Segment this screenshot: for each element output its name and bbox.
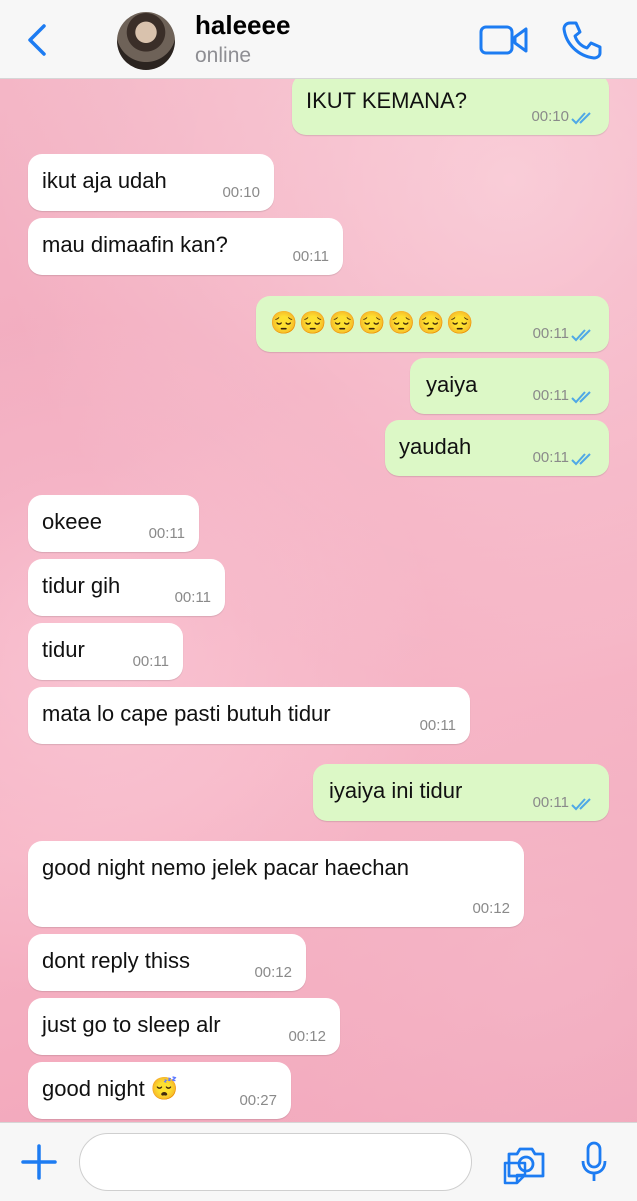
message-time: 00:11 xyxy=(532,387,569,404)
message-text: yaiya xyxy=(426,372,478,397)
read-ticks-icon xyxy=(571,798,591,811)
message-input[interactable] xyxy=(79,1133,527,1191)
back-chevron-icon[interactable] xyxy=(20,18,56,62)
message-bubble-outgoing[interactable]: IKUT KEMANA? 00:10 xyxy=(292,74,609,135)
message-bubble-incoming[interactable]: tidur 00:11 xyxy=(28,623,183,680)
read-ticks-icon xyxy=(571,453,591,466)
message-time: 00:12 xyxy=(288,1028,326,1045)
message-time: 00:10 xyxy=(222,184,260,201)
chat-header: haleeee online xyxy=(0,0,637,79)
message-bubble-incoming[interactable]: tidur gih 00:11 xyxy=(28,559,225,616)
message-bubble-incoming[interactable]: dont reply thiss 00:12 xyxy=(28,934,306,991)
message-time: 00:11 xyxy=(148,525,185,542)
read-ticks-icon xyxy=(571,391,591,404)
microphone-icon[interactable] xyxy=(580,1141,608,1183)
message-time: 00:27 xyxy=(239,1092,277,1109)
contact-name[interactable]: haleeee xyxy=(195,10,290,41)
message-bubble-incoming[interactable]: mau dimaafin kan? 00:11 xyxy=(28,218,343,275)
message-time: 00:12 xyxy=(254,964,292,981)
message-time: 00:11 xyxy=(532,325,569,342)
phone-icon[interactable] xyxy=(560,18,604,62)
message-text: good night nemo jelek pacar haechan xyxy=(42,855,409,880)
plus-icon[interactable] xyxy=(20,1143,58,1181)
message-bubble-incoming[interactable]: just go to sleep alr 00:12 xyxy=(28,998,340,1055)
read-ticks-icon xyxy=(571,329,591,342)
video-call-icon[interactable] xyxy=(478,20,530,60)
message-time: 00:12 xyxy=(472,900,510,917)
message-bubble-incoming[interactable]: okeee 00:11 xyxy=(28,495,199,552)
message-time: 00:11 xyxy=(292,248,329,265)
message-input-bar xyxy=(0,1122,637,1201)
message-time: 00:11 xyxy=(532,449,569,466)
message-bubble-outgoing[interactable]: iyaiya ini tidur 00:11 xyxy=(313,764,609,821)
camera-icon[interactable] xyxy=(506,1145,546,1179)
message-bubble-outgoing[interactable]: yaudah 00:11 xyxy=(385,420,609,476)
message-time: 00:11 xyxy=(132,653,169,670)
message-time: 00:10 xyxy=(531,108,569,125)
message-bubble-incoming[interactable]: good night 😴 00:27 xyxy=(28,1062,291,1119)
message-bubble-outgoing[interactable]: 😔😔😔😔😔😔😔 00:11 xyxy=(256,296,609,352)
message-bubble-incoming[interactable]: good night nemo jelek pacar haechan 00:1… xyxy=(28,841,524,927)
message-text: just go to sleep alr xyxy=(42,1012,221,1037)
message-time: 00:11 xyxy=(532,794,569,811)
avatar[interactable] xyxy=(117,12,175,70)
message-time: 00:11 xyxy=(174,589,211,606)
contact-status: online xyxy=(195,44,252,67)
message-text: mau dimaafin kan? xyxy=(42,232,228,257)
message-bubble-incoming[interactable]: mata lo cape pasti butuh tidur 00:11 xyxy=(28,687,470,744)
read-ticks-icon xyxy=(571,112,591,125)
message-bubble-incoming[interactable]: ikut aja udah 00:10 xyxy=(28,154,274,211)
message-bubble-outgoing[interactable]: yaiya 00:11 xyxy=(410,358,609,414)
message-time: 00:11 xyxy=(419,717,456,734)
message-text: mata lo cape pasti butuh tidur xyxy=(42,701,331,726)
